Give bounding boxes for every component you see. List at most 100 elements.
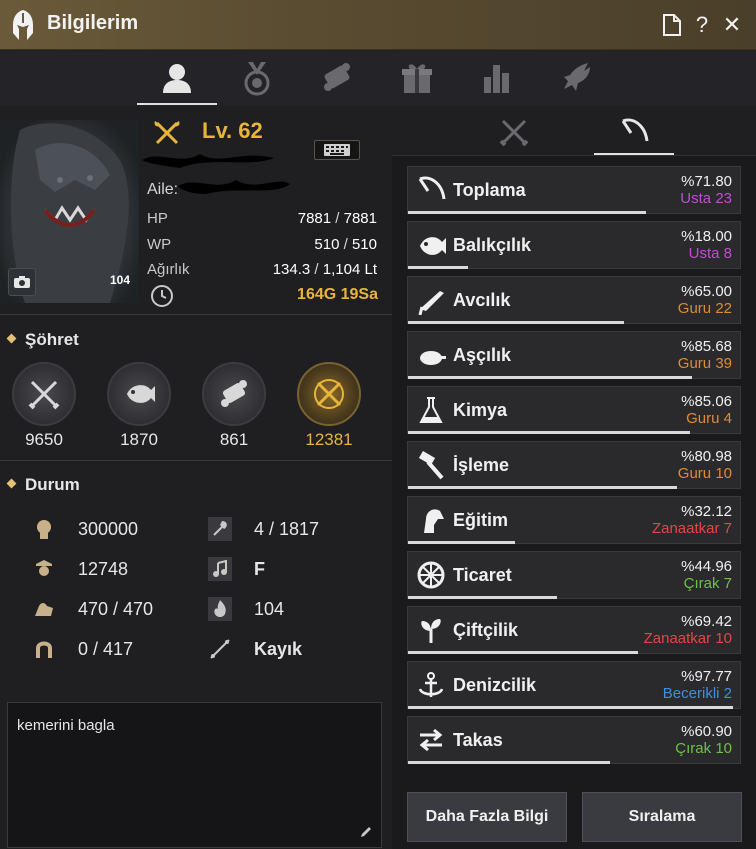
tab-combat-skills[interactable] <box>474 110 554 154</box>
weight-row: Ağırlık 134.3 / 1,104 Lt <box>147 261 377 278</box>
fish-icon <box>127 385 155 403</box>
tab-profile[interactable] <box>137 51 217 105</box>
tab-gift[interactable] <box>377 51 457 105</box>
skill-row[interactable]: Ticaret %44.96 Çırak 7 <box>407 551 741 599</box>
crossed-swords-gold-icon <box>314 379 344 409</box>
swap-arrows-icon <box>419 728 443 752</box>
skill-rank: Guru 10 <box>677 465 732 482</box>
skill-progress-bar <box>408 321 624 324</box>
hammer-icon <box>418 451 444 480</box>
crossed-swords-icon <box>499 119 529 147</box>
anchor-icon <box>418 672 444 697</box>
title-bar: Bilgilerim ? ✕ <box>0 0 756 50</box>
gift-icon <box>402 64 432 93</box>
skill-percent: %85.06 <box>681 393 732 410</box>
skill-row[interactable]: Toplama %71.80 Usta 23 <box>407 166 741 214</box>
wp-row: WP 510 / 510 <box>147 236 377 253</box>
helmet-icon <box>13 10 33 40</box>
sickle-icon <box>418 176 446 200</box>
skill-row[interactable]: Denizcilik %97.77 Becerikli 2 <box>407 661 741 709</box>
skill-rank: Guru 22 <box>677 300 732 317</box>
keyboard-button[interactable] <box>314 140 360 160</box>
skill-row[interactable]: Çiftçilik %69.42 Zanaatkar 10 <box>407 606 741 654</box>
document-icon[interactable] <box>660 11 684 39</box>
skill-rank: Usta 8 <box>688 245 732 262</box>
skill-rank: Çırak 10 <box>675 740 732 757</box>
skill-rank: Guru 4 <box>686 410 732 427</box>
cooking-icon <box>420 351 446 365</box>
chat-text: kemerini bagla <box>17 717 115 734</box>
close-icon[interactable]: ✕ <box>720 11 744 39</box>
skill-row[interactable]: Avcılık %65.00 Guru 22 <box>407 276 741 324</box>
axe-icon <box>213 521 227 536</box>
ranking-button[interactable]: Sıralama <box>582 792 742 842</box>
skill-progress-bar <box>408 761 611 764</box>
skill-rank: Usta 23 <box>680 190 732 207</box>
help-icon[interactable]: ? <box>690 11 714 39</box>
profile-icon <box>163 64 191 93</box>
flask-icon <box>419 397 443 423</box>
skill-percent: %60.90 <box>681 723 732 740</box>
fame-life[interactable]: 1870 <box>104 362 174 449</box>
skill-row[interactable]: Kimya %85.06 Guru 4 <box>407 386 741 434</box>
fame-heading: Şöhret <box>6 330 79 350</box>
boat-icon <box>210 639 230 659</box>
strength-arm-icon <box>35 603 53 616</box>
status-heading: Durum <box>6 475 80 495</box>
skill-row[interactable]: Aşçılık %85.68 Guru 39 <box>407 331 741 379</box>
keyboard-icon <box>324 144 350 156</box>
sub-tab-bar <box>392 106 756 156</box>
character-level: Lv. 62 <box>202 118 263 143</box>
flame-icon <box>214 600 226 617</box>
tab-dragon[interactable] <box>537 51 617 105</box>
fame-total[interactable]: 12381 <box>294 362 364 449</box>
skill-name: Takas <box>453 730 503 750</box>
tab-medal[interactable] <box>217 51 297 105</box>
chat-input-box[interactable]: kemerini bagla <box>7 702 382 848</box>
character-panel: 104 Lv. 62 Aile: HP 7881 / 7881 WP 510 /… <box>0 106 392 849</box>
skill-row[interactable]: Takas %60.90 Çırak 10 <box>407 716 741 764</box>
bar-chart-icon <box>484 65 509 93</box>
skill-percent: %69.42 <box>681 613 732 630</box>
sickle-icon <box>621 118 649 142</box>
skill-percent: %80.98 <box>681 448 732 465</box>
officer-icon <box>36 560 52 576</box>
dragon-icon <box>564 63 590 91</box>
skill-percent: %97.77 <box>681 668 732 685</box>
skill-rank: Zanaatkar 7 <box>651 520 732 537</box>
scroll-icon <box>221 380 247 407</box>
screenshot-button[interactable] <box>8 268 36 296</box>
character-portrait: 104 <box>0 120 139 303</box>
skill-percent: %65.00 <box>681 283 732 300</box>
skill-row[interactable]: İşleme %80.98 Guru 10 <box>407 441 741 489</box>
skill-rank: Zanaatkar 10 <box>643 630 732 647</box>
tab-scroll[interactable] <box>297 51 377 105</box>
horseshoe-icon <box>36 641 52 658</box>
skill-percent: %44.96 <box>681 558 732 575</box>
divider <box>0 460 392 461</box>
skill-row[interactable]: Eğitim %32.12 Zanaatkar 7 <box>407 496 741 544</box>
skill-rank: Çırak 7 <box>683 575 732 592</box>
pencil-icon[interactable] <box>359 825 373 839</box>
skill-progress-bar <box>408 486 677 489</box>
skill-name: Kimya <box>453 400 508 420</box>
skill-percent: %71.80 <box>681 173 732 190</box>
crossed-axes-icon <box>154 121 180 145</box>
fame-knowledge[interactable]: 861 <box>199 362 269 449</box>
skill-name: Ticaret <box>453 565 512 585</box>
skill-percent: %85.68 <box>681 338 732 355</box>
more-info-button[interactable]: Daha Fazla Bilgi <box>407 792 567 842</box>
horse-head-icon <box>424 509 444 533</box>
skill-progress-bar <box>408 596 558 599</box>
tab-life-skills[interactable] <box>594 110 674 155</box>
fame-combat[interactable]: 9650 <box>9 362 79 449</box>
skill-name: Toplama <box>453 180 526 200</box>
skill-row[interactable]: Balıkçılık %18.00 Usta 8 <box>407 221 741 269</box>
window: Bilgilerim ? ✕ 104 Lv. 62 Aile: HP 7881 … <box>0 0 756 849</box>
tab-statistics[interactable] <box>457 51 537 105</box>
redacted-family-name <box>178 180 290 194</box>
skill-progress-bar <box>408 211 647 214</box>
family-label: Aile: <box>147 181 179 198</box>
medal-icon <box>244 62 270 96</box>
fish-icon <box>420 237 446 255</box>
